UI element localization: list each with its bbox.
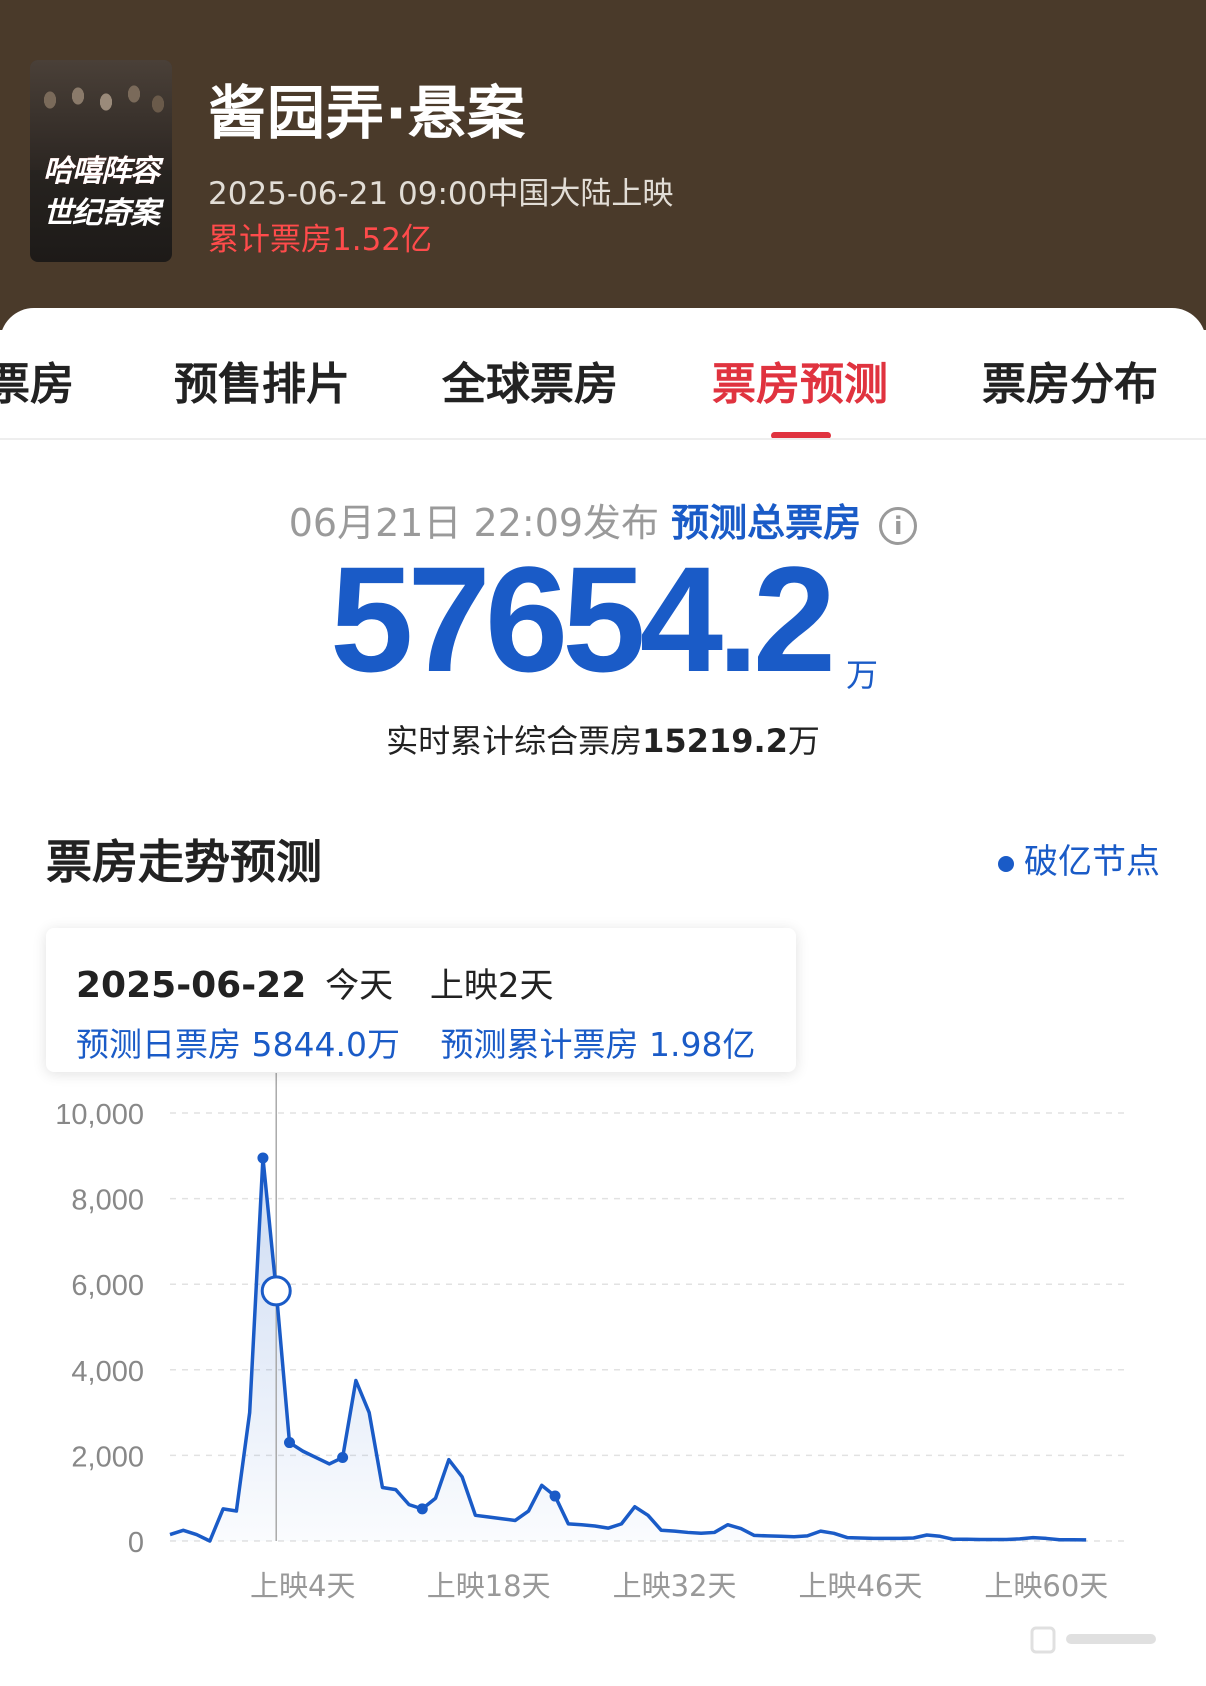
content-card: 票房 预售排片 全球票房 票房预测 票房分布 06月21日 22:09发布 预测… xyxy=(0,308,1206,1686)
milestone-marker xyxy=(416,1503,428,1515)
y-tick-label: 2,000 xyxy=(71,1441,144,1473)
x-tick-label: 上映4天 xyxy=(250,1569,355,1603)
milestone-marker xyxy=(257,1152,269,1164)
poster-line-2: 世纪奇案 xyxy=(43,196,160,231)
release-info: 2025-06-21 09:00中国大陆上映 xyxy=(208,176,674,212)
milestone-marker xyxy=(284,1437,295,1449)
movie-header: 哈嘻阵容 世纪奇案 酱园弄·悬案 2025-06-21 09:00中国大陆上映 … xyxy=(0,0,1206,330)
chart-tooltip: 2025-06-22 今天 上映2天 预测日票房 5844.0万 预测累计票房 … xyxy=(46,928,796,1072)
tooltip-today: 今天 xyxy=(325,966,394,1006)
y-tick-label: 6,000 xyxy=(71,1270,144,1302)
highlight-point xyxy=(260,1275,292,1307)
poster-line-1: 哈嘻阵容 xyxy=(43,154,160,189)
watermark-icon xyxy=(1030,1626,1156,1654)
tooltip-daily: 预测日票房 5844.0万 xyxy=(76,1025,400,1064)
tooltip-date: 2025-06-22 xyxy=(76,965,307,1006)
tooltip-values: 预测日票房 5844.0万 预测累计票房 1.98亿 xyxy=(76,1018,755,1066)
milestone-marker xyxy=(337,1452,349,1464)
tooltip-header: 2025-06-22 今天 上映2天 xyxy=(76,958,554,1007)
y-tick-label: 4,000 xyxy=(71,1356,144,1388)
x-tick-label: 上映32天 xyxy=(613,1569,737,1603)
cumulative-gross: 累计票房1.52亿 xyxy=(208,222,433,258)
y-tick-label: 0 xyxy=(128,1527,144,1559)
x-tick-label: 上映18天 xyxy=(427,1569,551,1603)
movie-title: 酱园弄·悬案 xyxy=(208,79,527,147)
tooltip-cumulative: 预测累计票房 1.98亿 xyxy=(440,1025,756,1064)
milestone-marker xyxy=(549,1490,561,1502)
x-tick-label: 上映46天 xyxy=(798,1569,922,1603)
y-tick-label: 8,000 xyxy=(71,1185,144,1217)
y-tick-label: 10,000 xyxy=(55,1099,144,1131)
x-tick-label: 上映60天 xyxy=(984,1569,1108,1603)
series-area xyxy=(170,1157,1087,1541)
tooltip-days: 上映2天 xyxy=(429,966,554,1006)
movie-poster[interactable]: 哈嘻阵容 世纪奇案 xyxy=(30,60,172,262)
